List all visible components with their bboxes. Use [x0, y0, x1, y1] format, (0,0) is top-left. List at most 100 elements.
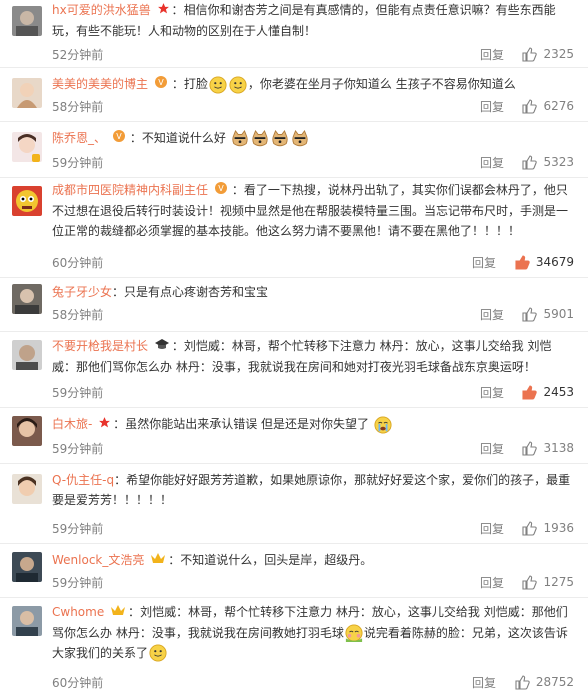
avatar[interactable]	[12, 340, 42, 370]
comment-item: 兔子牙少女：只是有点心疼谢杏芳和宝宝 58分钟前 回复 5901	[0, 278, 588, 332]
comment-text: Cwhome ：刘恺威：林哥，帮个忙转移下注意力 林丹：放心，这事儿交给我 刘恺…	[52, 602, 574, 663]
commenter-name[interactable]: 陈乔恩_、	[52, 131, 106, 145]
comment-body: 虽然你能站出来承认错误 但是还是对你失望了	[125, 417, 370, 431]
svg-text:V: V	[158, 78, 164, 87]
reply-button[interactable]: 回复	[480, 574, 504, 591]
thumbs-up-icon	[521, 46, 538, 62]
like-count: 2325	[543, 47, 574, 61]
comment-text: 兔子牙少女：只是有点心疼谢杏芳和宝宝	[52, 285, 269, 299]
comment-time: 58分钟前	[52, 308, 104, 322]
doge-emoji-icon	[292, 129, 308, 146]
thumbs-up-icon	[521, 306, 538, 322]
vip-badge-icon: V	[112, 129, 128, 149]
like-count: 5323	[543, 155, 574, 169]
crown-badge-icon	[150, 551, 166, 571]
avatar[interactable]	[12, 6, 42, 36]
smile-emoji-icon	[149, 644, 167, 662]
svg-text:V: V	[218, 184, 224, 193]
commenter-name[interactable]: Cwhome	[52, 605, 104, 619]
doge-emoji-icon	[232, 129, 248, 146]
like-button[interactable]: 34679	[514, 254, 574, 270]
thumbs-up-icon	[514, 674, 530, 690]
avatar[interactable]	[12, 78, 42, 108]
like-button[interactable]: 1936	[521, 520, 574, 536]
comment-text: 白木旅- ：虽然你能站出来承认错误 但是还是对你失望了	[52, 414, 574, 435]
comment-time: 59分钟前	[52, 576, 104, 590]
like-count: 6276	[543, 99, 574, 113]
thumbs-up-icon	[514, 254, 530, 270]
comment-item: 不要开枪我是村长 ：刘恺威：林哥，帮个忙转移下注意力 林丹：放心，这事儿交给我 …	[0, 332, 588, 408]
reply-button[interactable]: 回复	[480, 98, 504, 115]
commenter-name[interactable]: Wenlock_文浩亮	[52, 553, 144, 567]
thumbs-up-icon	[521, 384, 538, 400]
like-button[interactable]: 2453	[521, 384, 574, 400]
thumbs-up-icon	[521, 98, 538, 114]
comment-time: 58分钟前	[52, 100, 104, 114]
comment-time: 60分钟前	[52, 676, 104, 690]
like-button[interactable]: 2325	[521, 46, 574, 62]
comment-time: 59分钟前	[52, 156, 104, 170]
comment-time: 59分钟前	[52, 522, 104, 536]
reply-button[interactable]: 回复	[480, 306, 504, 323]
thumbs-up-icon	[521, 574, 538, 590]
reply-button[interactable]: 回复	[480, 384, 504, 401]
like-button[interactable]: 5901	[521, 306, 574, 322]
crown-badge-icon	[110, 603, 126, 623]
avatar[interactable]	[12, 416, 42, 446]
comment-body: 只是有点心疼谢杏芳和宝宝	[124, 285, 269, 299]
comment-text: 陈乔恩_、 V ：不知道说什么好	[52, 128, 574, 149]
like-count: 1275	[543, 575, 574, 589]
comment-item: hx可爱的洪水猛兽 ：相信你和谢杏芳之间是有真感情的，但能有点责任意识嘛？有些东…	[0, 0, 588, 68]
thumbs-up-icon	[521, 520, 538, 536]
like-button[interactable]: 3138	[521, 440, 574, 456]
like-count: 1936	[543, 521, 574, 535]
crying-emoji-icon	[374, 415, 392, 434]
comment-time: 59分钟前	[52, 386, 104, 400]
avatar[interactable]	[12, 132, 42, 162]
commenter-name[interactable]: 不要开枪我是村长	[52, 339, 148, 353]
reply-button[interactable]: 回复	[480, 440, 504, 457]
smile-emoji-icon	[209, 75, 227, 94]
comment-text: 成都市四医院精神内科副主任 V ：看了一下热搜，说林丹出轨了，其实你们误都会林丹了…	[52, 180, 574, 241]
comment-time: 60分钟前	[52, 256, 104, 270]
like-button[interactable]: 1275	[521, 574, 574, 590]
thumbs-up-icon	[521, 154, 538, 170]
comment-body: 不知道说什么好	[141, 131, 226, 145]
comment-body-part: 打脸	[183, 77, 208, 91]
comment-item: Wenlock_文浩亮 ：不知道说什么，回头是岸，超级丹。 59分钟前 回复 1…	[0, 544, 588, 598]
commenter-name[interactable]: 成都市四医院精神内科副主任	[52, 183, 208, 197]
comment-text: Q-仇主任-q：希望你能好好跟芳芳道歉，如果她原谅你，那就好好爱这个家，爱你们的…	[52, 473, 571, 507]
smile-emoji-icon	[229, 75, 247, 94]
avatar[interactable]	[12, 552, 42, 582]
like-count: 28752	[535, 675, 574, 689]
commenter-name[interactable]: 白木旅-	[52, 417, 92, 431]
vip-badge-icon: V	[214, 181, 230, 201]
vip-badge-icon: V	[154, 75, 170, 95]
avatar[interactable]	[12, 606, 42, 636]
like-button[interactable]: 6276	[521, 98, 574, 114]
commenter-name[interactable]: hx可爱的洪水猛兽	[52, 3, 151, 17]
like-button[interactable]: 28752	[514, 674, 574, 690]
doge-emoji-icon	[252, 129, 268, 146]
comment-item: Q-仇主任-q：希望你能好好跟芳芳道歉，如果她原谅你，那就好好爱这个家，爱你们的…	[0, 464, 588, 544]
comment-item: 美美的美美的博主 V ：打脸 ，你老婆在坐月子你知道么 生孩子不容易你知道么 58分…	[0, 68, 588, 122]
avatar[interactable]	[12, 186, 42, 216]
like-count: 2453	[543, 385, 574, 399]
reply-button[interactable]: 回复	[472, 254, 496, 271]
reply-button[interactable]: 回复	[480, 46, 504, 63]
like-count: 3138	[543, 441, 574, 455]
avatar[interactable]	[12, 474, 42, 504]
commenter-name[interactable]: 兔子牙少女	[52, 285, 112, 299]
avatar[interactable]	[12, 284, 42, 314]
commenter-name[interactable]: 美美的美美的博主	[52, 77, 148, 91]
reply-button[interactable]: 回复	[480, 154, 504, 171]
like-button[interactable]: 5323	[521, 154, 574, 170]
reply-button[interactable]: 回复	[480, 520, 504, 537]
star-badge-icon	[157, 1, 170, 21]
comment-item: 陈乔恩_、 V ：不知道说什么好 59分钟前 回复 5323	[0, 122, 588, 178]
comment-text: 不要开枪我是村长 ：刘恺威：林哥，帮个忙转移下注意力 林丹：放心，这事儿交给我 …	[52, 336, 574, 377]
reply-button[interactable]: 回复	[472, 674, 496, 691]
doge-emoji-icon	[272, 129, 288, 146]
commenter-name[interactable]: Q-仇主任-q	[52, 473, 114, 487]
svg-text:V: V	[116, 132, 122, 141]
